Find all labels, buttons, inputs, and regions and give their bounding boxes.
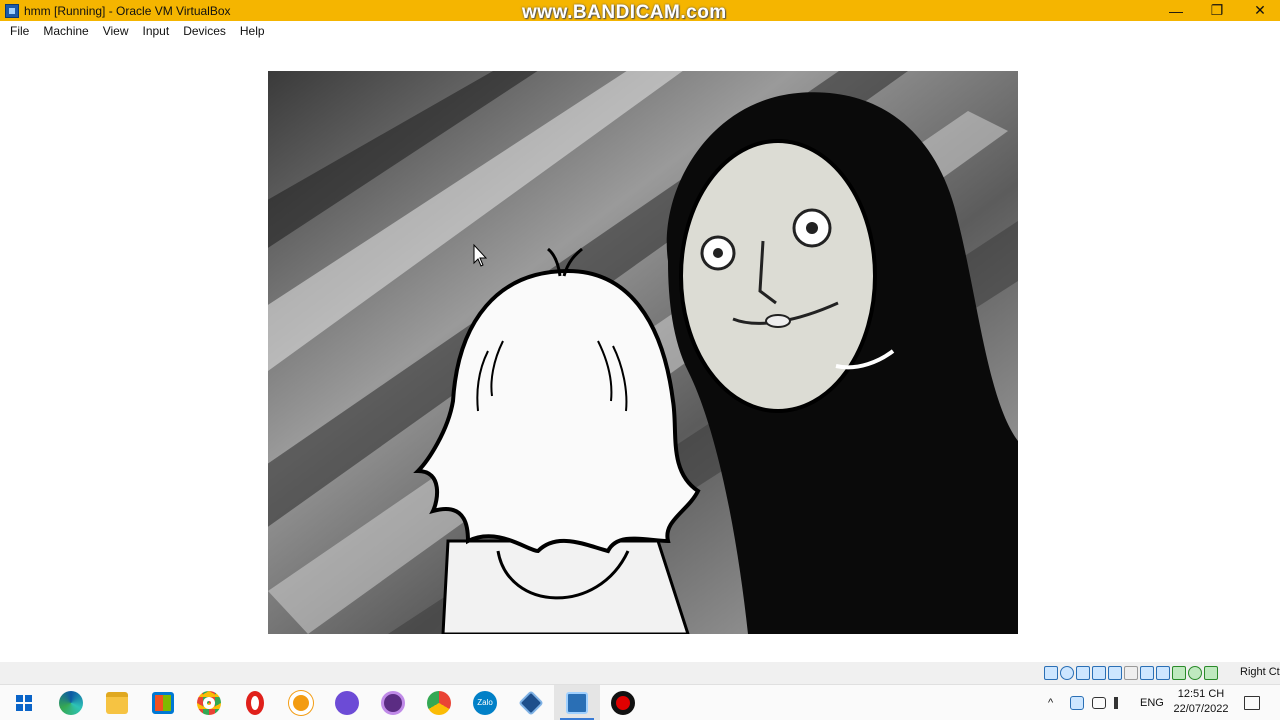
shared-folders-icon[interactable] — [1124, 666, 1138, 680]
language-indicator[interactable]: ENG — [1140, 685, 1164, 720]
clock[interactable]: 12:51 CH 22/07/2022 — [1168, 687, 1234, 717]
zalo-icon: Zalo — [473, 690, 497, 715]
taskbar-virtualbox-vm[interactable] — [554, 685, 600, 720]
menu-input[interactable]: Input — [136, 21, 177, 42]
window-title: hmm [Running] - Oracle VM VirtualBox — [24, 3, 231, 18]
purple-app-icon-2 — [381, 690, 405, 715]
folder-icon — [106, 691, 128, 714]
taskbar-edge[interactable] — [48, 685, 94, 720]
edge-icon — [59, 690, 83, 715]
notification-button[interactable] — [1244, 685, 1260, 720]
arrow-icon[interactable] — [1204, 666, 1218, 680]
display-icon[interactable] — [1140, 666, 1154, 680]
bandicam-watermark: www.BANDICAM.com — [522, 2, 727, 23]
volume-icon[interactable] — [1114, 696, 1128, 709]
network-icon[interactable] — [1092, 666, 1106, 680]
virtualbox-icon — [518, 689, 544, 716]
taskbar-app-orange[interactable] — [278, 685, 324, 720]
taskbar-virtualbox[interactable] — [508, 685, 554, 720]
taskbar: Zalo ^ ENG 12:51 CH 22/07/2022 — [0, 684, 1280, 720]
store-icon — [152, 691, 174, 714]
taskbar-opera[interactable] — [232, 685, 278, 720]
taskbar-app-purple[interactable] — [324, 685, 370, 720]
usb-icon[interactable] — [1108, 666, 1122, 680]
optical-drive-icon[interactable] — [1060, 666, 1074, 680]
menu-view[interactable]: View — [96, 21, 136, 42]
taskbar-app-purple-2[interactable] — [370, 685, 416, 720]
vm-window-icon — [566, 691, 588, 714]
vm-status-bar — [0, 662, 1280, 684]
orange-app-icon — [289, 690, 313, 715]
guest-display-cartoon — [268, 71, 1018, 634]
host-key-label: Right Ctrl — [1240, 666, 1280, 678]
recording-icon[interactable] — [1172, 666, 1186, 680]
vm-tray-icon[interactable] — [1070, 695, 1084, 710]
taskbar-bandicam[interactable] — [600, 685, 646, 720]
menu-file[interactable]: File — [0, 21, 36, 42]
minimize-button[interactable]: — — [1154, 0, 1198, 21]
opera-icon — [246, 690, 264, 715]
chrome-icon — [197, 690, 221, 715]
video-capture-icon[interactable] — [1156, 666, 1170, 680]
menu-machine[interactable]: Machine — [36, 21, 95, 42]
taskbar-store[interactable] — [140, 685, 186, 720]
clock-date: 22/07/2022 — [1173, 703, 1229, 715]
network-tray-icon[interactable] — [1092, 696, 1106, 709]
menu-help[interactable]: Help — [233, 21, 272, 42]
close-button[interactable]: ✕ — [1238, 0, 1280, 21]
restore-button[interactable]: ❐ — [1195, 0, 1239, 21]
menu-bar: File Machine View Input Devices Help — [0, 21, 1280, 42]
notification-icon — [1244, 695, 1260, 710]
audio-icon[interactable] — [1076, 666, 1090, 680]
taskbar-chrome-profile[interactable] — [416, 685, 462, 720]
record-icon — [611, 690, 635, 715]
hard-disk-icon[interactable] — [1044, 666, 1058, 680]
virtualbox-icon — [5, 3, 19, 18]
tray-chevron[interactable]: ^ — [1048, 685, 1053, 720]
menu-devices[interactable]: Devices — [176, 21, 233, 42]
taskbar-chrome[interactable] — [186, 685, 232, 720]
purple-app-icon — [335, 690, 359, 715]
chrome-profile-icon — [427, 690, 451, 715]
taskbar-zalo[interactable]: Zalo — [462, 685, 508, 720]
tray-icons — [1070, 685, 1128, 720]
cpu-icon[interactable] — [1188, 666, 1202, 680]
clock-time: 12:51 CH — [1177, 688, 1225, 700]
start-button[interactable] — [1, 685, 47, 720]
guest-display[interactable] — [268, 71, 1018, 634]
taskbar-file-explorer[interactable] — [94, 685, 140, 720]
windows-logo-icon — [16, 694, 32, 711]
